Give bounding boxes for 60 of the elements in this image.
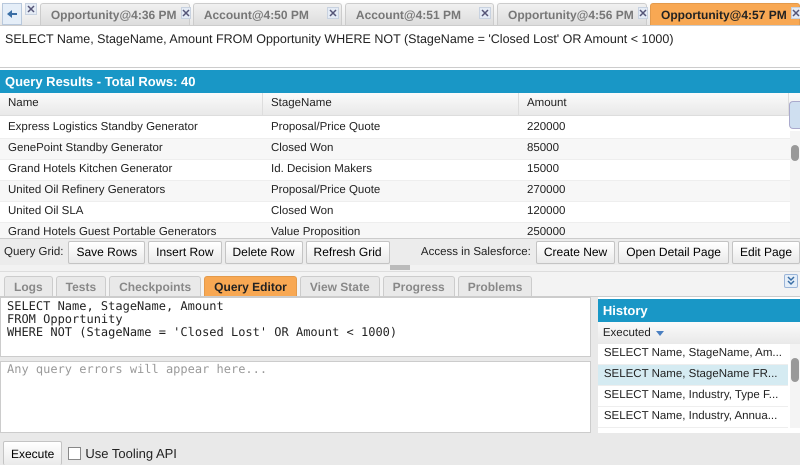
table-cell-text: 270000 — [526, 183, 566, 198]
close-icon[interactable] — [326, 7, 339, 19]
grid-button[interactable]: Insert Row — [148, 240, 222, 264]
table-cell-text: GenePoint Standby Generator — [7, 141, 164, 156]
table-cell-text: 250000 — [526, 225, 566, 238]
close-icon[interactable] — [638, 7, 648, 19]
access-label: Access in Salesforce: — [420, 246, 531, 258]
grid-button[interactable]: Delete Row — [224, 240, 303, 264]
table-cell-text: 15000 — [526, 162, 560, 177]
access-button[interactable]: Create New — [536, 240, 616, 264]
checkbox[interactable] — [68, 446, 82, 460]
column-header[interactable]: Name — [0, 93, 263, 115]
column-header[interactable]: Executed — [598, 322, 800, 344]
table-cell-text: United Oil SLA — [7, 204, 84, 219]
scrollbar[interactable] — [790, 344, 800, 428]
table-cell-text: Closed Won — [270, 141, 334, 156]
editor-tab[interactable]: Account@4:51 PM — [344, 3, 494, 25]
table-cell-text: Express Logistics Standby Generator — [7, 120, 199, 135]
access-button[interactable]: Edit Page — [732, 240, 800, 264]
execute-button[interactable]: Execute — [3, 441, 62, 465]
panel-tab[interactable]: Query Editor — [204, 276, 297, 296]
grid-label: Query Grid: — [4, 246, 64, 258]
table-cell-text: Grand Hotels Kitchen Generator — [7, 162, 174, 177]
history-title: History — [598, 299, 800, 322]
editor-tab[interactable]: Opportunity@4:36 PM — [40, 3, 190, 25]
grid-button[interactable]: Refresh Grid — [306, 240, 390, 264]
grid-button[interactable]: Save Rows — [68, 240, 146, 264]
query-editor[interactable]: SELECT Name, StageName, Amount FROM Opportunity WHERE NOT (StageName = 'Closed Lost' OR Amount < 1000) — [0, 297, 591, 357]
table-cell-text: Proposal/Price Quote — [270, 183, 382, 198]
editor-tab[interactable]: Account@4:50 PM — [192, 3, 342, 25]
history-item[interactable]: SELECT Name, Industry, Annua... — [598, 407, 788, 428]
table-cell-text: United Oil Refinery Generators — [7, 183, 166, 198]
collapse-icon[interactable] — [784, 274, 798, 288]
back-arrow-icon — [6, 9, 18, 19]
history-item[interactable]: SELECT Name, StageName FR... — [598, 365, 788, 386]
results-title: Query Results - Total Rows: 40 — [0, 70, 800, 93]
history-item[interactable]: SELECT Name, Industry, Type F... — [598, 386, 788, 407]
close-icon[interactable] — [180, 7, 191, 19]
table-cell-text: 220000 — [526, 120, 566, 135]
column-header[interactable]: StageName — [263, 93, 519, 115]
table-cell-text: Id. Decision Makers — [270, 162, 373, 177]
close-icon[interactable] — [790, 7, 800, 19]
errors-field[interactable]: Any query errors will appear here... — [0, 361, 591, 433]
table-cell-text: 120000 — [526, 204, 566, 219]
back-button[interactable] — [2, 3, 22, 25]
editor-tab[interactable]: Opportunity@4:56 PM — [497, 3, 647, 25]
caret-icon — [656, 330, 664, 336]
access-button[interactable]: Open Detail Page — [618, 240, 729, 264]
table-cell-text: Value Proposition — [270, 225, 362, 238]
table-cell-text: Proposal/Price Quote — [270, 120, 382, 135]
table-cell-text: Closed Won — [270, 204, 334, 219]
table-cell-text: Grand Hotels Guest Portable Generators — [7, 225, 218, 238]
panel-handle[interactable] — [789, 101, 800, 129]
close-icon[interactable] — [24, 3, 37, 15]
close-icon[interactable] — [479, 7, 491, 19]
splitter-handle[interactable] — [390, 265, 410, 270]
table-cell-text: 85000 — [526, 141, 560, 156]
editor-tab[interactable]: Opportunity@4:57 PM — [650, 3, 800, 25]
query-text[interactable]: SELECT Name, StageName, Amount FROM Opportunity WHERE NOT (StageName = 'Closed Lost' OR Amount < 1000) — [0, 26, 800, 68]
checkbox-label: Use Tooling API — [85, 446, 177, 460]
